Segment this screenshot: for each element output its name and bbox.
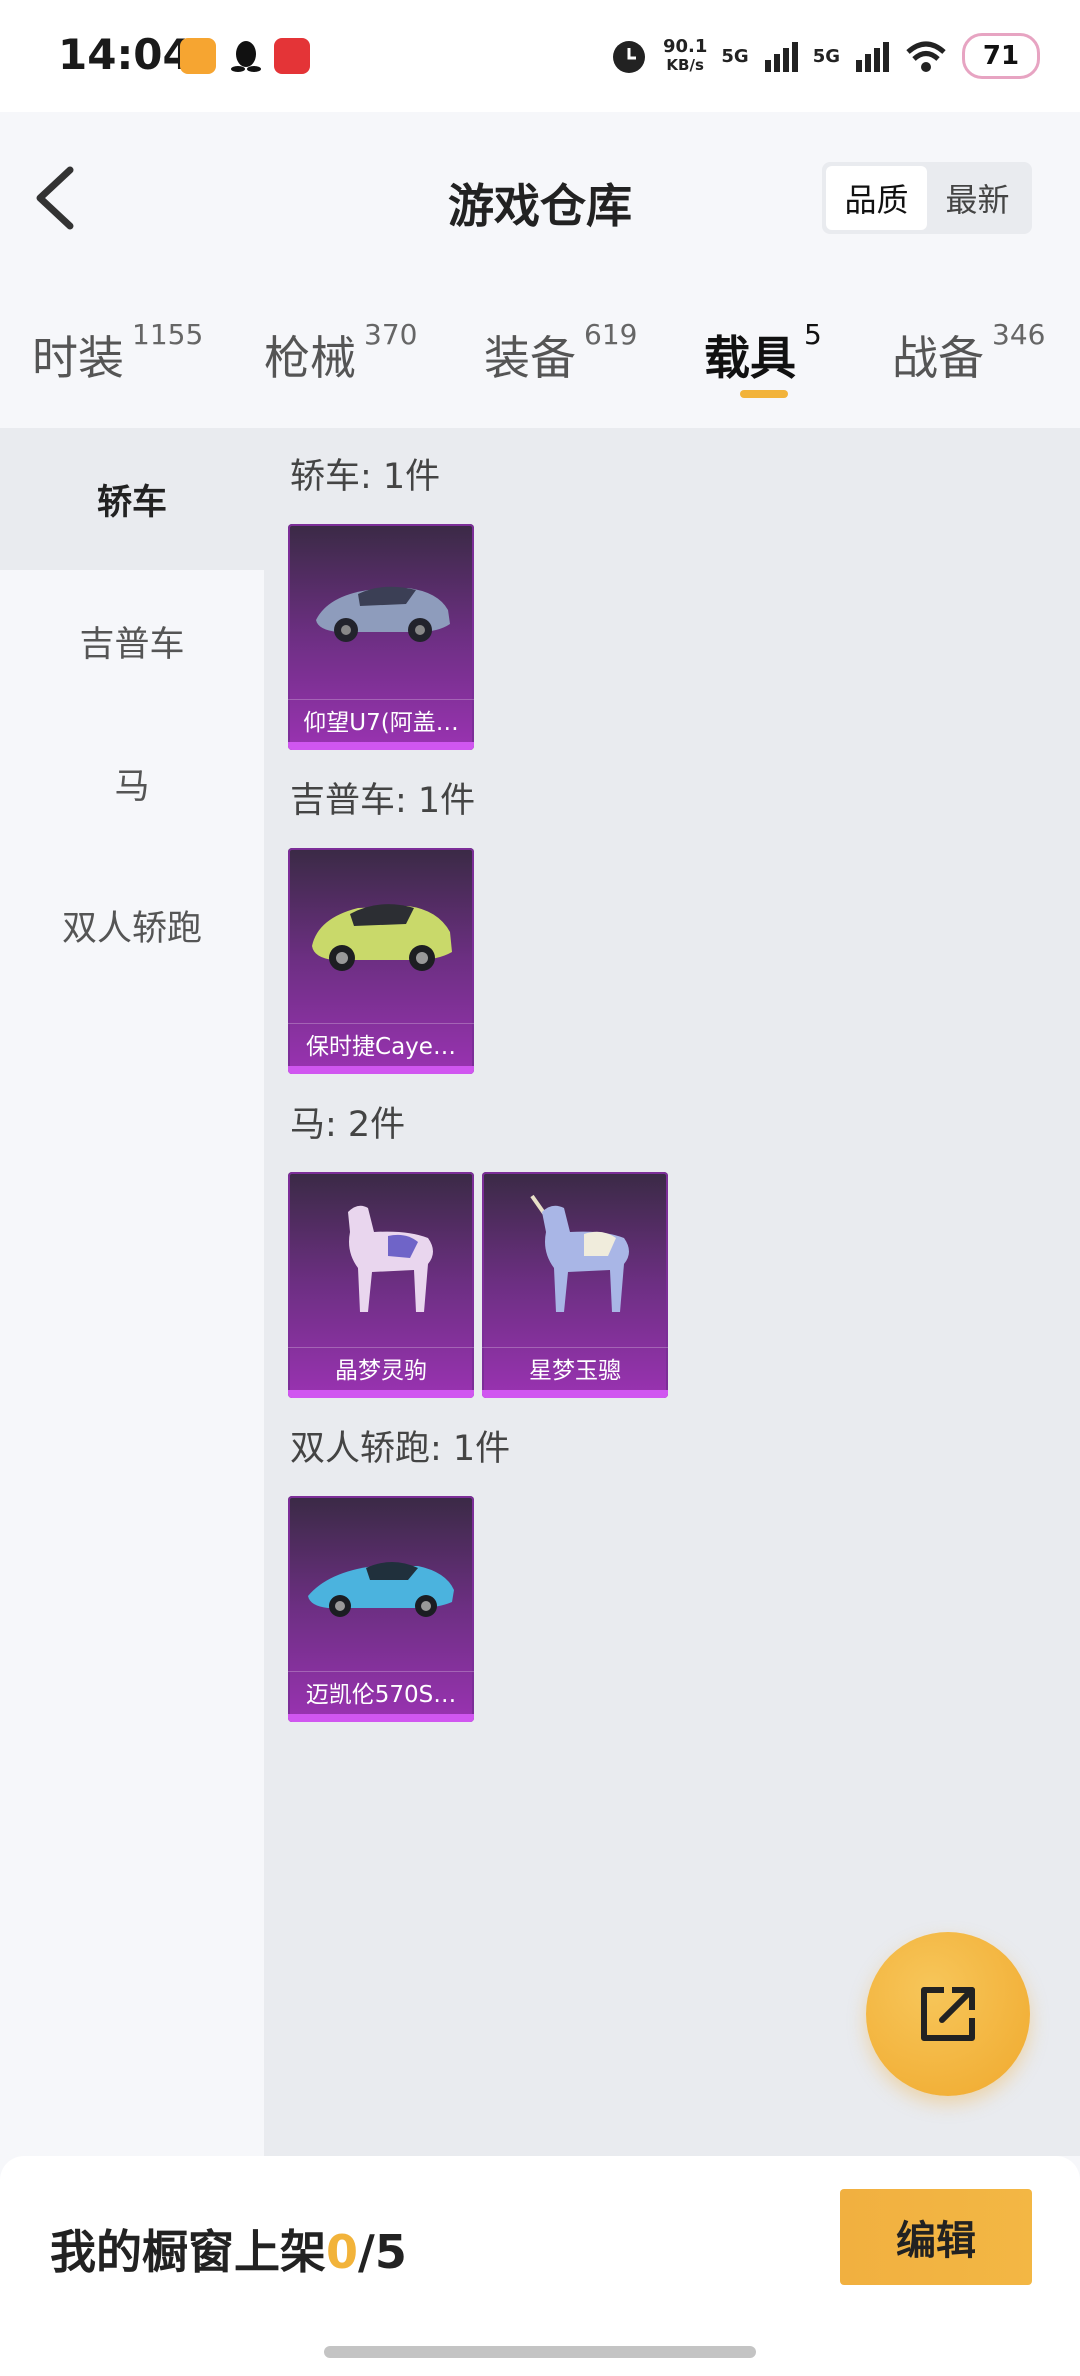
alarm-icon — [612, 41, 645, 73]
sidebar-item-horse[interactable]: 马 — [0, 712, 264, 854]
item-card[interactable]: 迈凯伦570S… — [288, 1496, 474, 1722]
status-right: 90.1 KB/s 5G 5G 71 — [609, 28, 1040, 84]
sports-car-icon — [308, 1562, 454, 1617]
wifi-icon — [906, 41, 946, 72]
sort-toggle: 品质 最新 — [822, 162, 1032, 234]
horse-icon — [348, 1205, 433, 1312]
sedan-car-icon — [316, 586, 450, 642]
red-app-icon — [274, 38, 310, 74]
category-tabs: 时装 1155 枪械 370 装备 619 载具 5 战备 346 — [0, 282, 1080, 428]
item-card[interactable]: 保时捷Caye… — [288, 848, 474, 1074]
item-name: 迈凯伦570S… — [288, 1671, 474, 1712]
share-button[interactable] — [866, 1932, 1030, 2096]
sidebar-item-coupe[interactable]: 双人轿跑 — [0, 854, 264, 996]
net-speed: 90.1 KB/s — [662, 36, 708, 75]
quality-strip — [288, 742, 474, 750]
quality-strip — [482, 1390, 668, 1398]
tab-equipment[interactable]: 装备 619 — [484, 318, 637, 388]
item-card[interactable]: 仰望U7(阿盖… — [288, 524, 474, 750]
tab-guns[interactable]: 枪械 370 — [264, 318, 417, 388]
signal-bars-icon-2 — [856, 42, 889, 72]
signal-bars-icon — [764, 42, 798, 72]
section-label-sedan: 轿车: 1件 — [290, 457, 441, 497]
bottom-bar: 我的橱窗上架0/5 编辑 — [0, 2156, 1080, 2376]
quality-strip — [288, 1714, 474, 1722]
item-card[interactable]: 星梦玉骢 — [482, 1172, 668, 1398]
section-label-coupe: 双人轿跑: 1件 — [290, 1429, 511, 1469]
suv-car-icon — [312, 904, 452, 971]
sidebar-item-sedan[interactable]: 轿车 — [0, 428, 264, 570]
section-label-horse: 马: 2件 — [290, 1105, 406, 1145]
tab-active-indicator — [740, 390, 788, 398]
section-label-jeep: 吉普车: 1件 — [290, 781, 476, 821]
unicorn-icon — [530, 1194, 629, 1312]
edit-button[interactable]: 编辑 — [840, 2189, 1032, 2285]
item-list: 轿车: 1件 仰望U7(阿盖… 吉普车: 1件 保时捷Caye… 马: 2件 晶… — [264, 428, 1080, 2156]
status-bar: 14:04 90.1 KB/s 5G 5G 71 — [0, 0, 1080, 112]
signal-2: 5G — [812, 45, 840, 67]
header: 游戏仓库 品质 最新 — [0, 112, 1080, 282]
orange-app-icon — [180, 38, 216, 74]
tab-battle-gear[interactable]: 战备 346 — [892, 318, 1045, 388]
qq-icon — [228, 38, 264, 74]
shelf-status: 我的橱窗上架0/5 — [50, 2225, 407, 2279]
external-link-icon — [921, 1987, 975, 2041]
item-name: 仰望U7(阿盖… — [288, 699, 474, 740]
status-time: 14:04 — [58, 30, 192, 79]
tab-fashion[interactable]: 时装 1155 — [32, 318, 203, 388]
sidebar: 轿车 吉普车 马 双人轿跑 — [0, 428, 264, 2156]
sidebar-item-jeep[interactable]: 吉普车 — [0, 570, 264, 712]
sort-option-newest[interactable]: 最新 — [927, 166, 1028, 230]
item-card[interactable]: 晶梦灵驹 — [288, 1172, 474, 1398]
sort-option-quality[interactable]: 品质 — [826, 166, 927, 230]
item-name: 星梦玉骢 — [482, 1347, 668, 1388]
tab-vehicles[interactable]: 载具 5 — [704, 318, 822, 388]
quality-strip — [288, 1390, 474, 1398]
signal-1: 5G — [721, 45, 749, 67]
quality-strip — [288, 1066, 474, 1074]
battery-icon: 71 — [962, 33, 1040, 79]
home-indicator[interactable] — [324, 2346, 756, 2358]
item-name: 保时捷Caye… — [288, 1023, 474, 1064]
item-name: 晶梦灵驹 — [288, 1347, 474, 1388]
